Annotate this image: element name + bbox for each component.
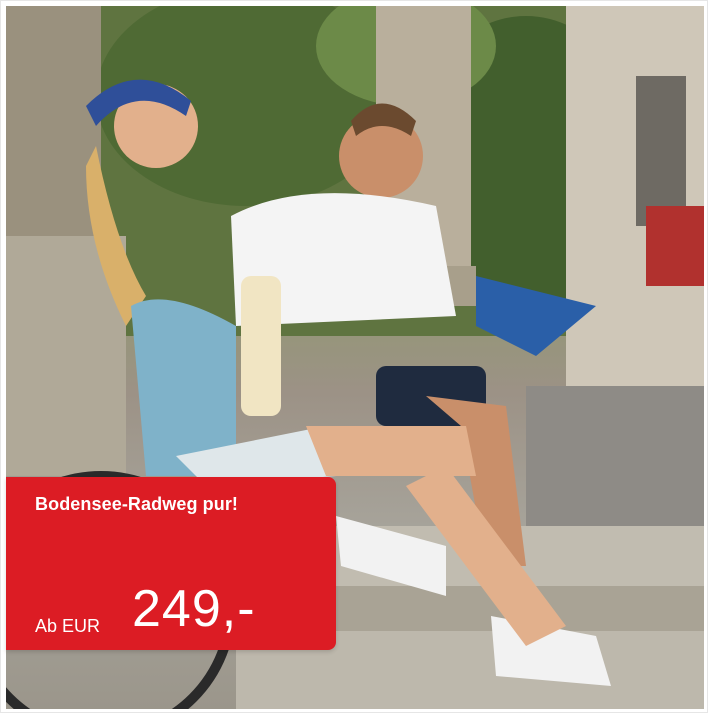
- offer-title: Bodensee-Radweg pur!: [35, 494, 239, 514]
- price-value: 249,-: [132, 580, 256, 638]
- tour-offer-card[interactable]: Bodensee-Radweg pur! Ab EUR 249,-: [0, 0, 708, 713]
- price-prefix: Ab EUR: [35, 616, 101, 636]
- offer-badge[interactable]: Bodensee-Radweg pur! Ab EUR 249,-: [6, 477, 336, 650]
